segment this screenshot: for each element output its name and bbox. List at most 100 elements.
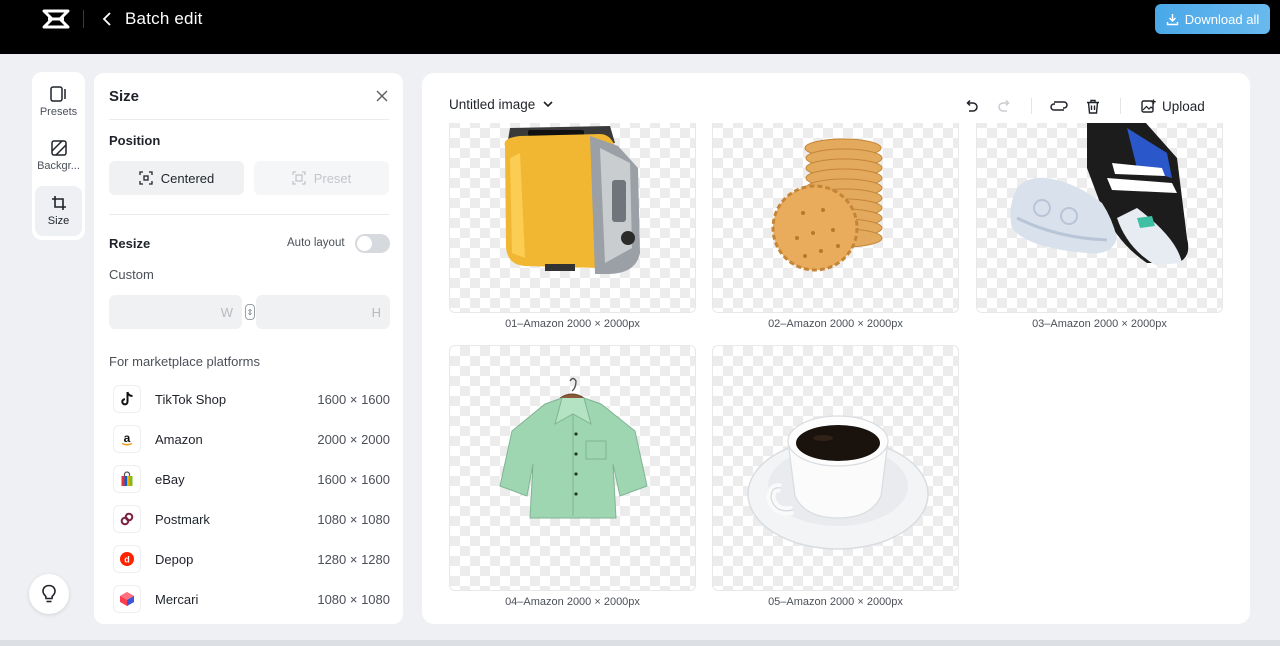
download-icon (1166, 13, 1178, 25)
replace-button[interactable] (1048, 95, 1070, 117)
platform-size: 1600 × 1600 (317, 391, 390, 407)
platform-item-ebay[interactable]: eBay 1600 × 1600 (109, 461, 390, 497)
redo-icon (998, 99, 1010, 112)
image-upload-icon (1141, 99, 1156, 113)
preset-position-icon (292, 171, 306, 185)
preset-label: Preset (313, 170, 352, 186)
size-panel: Size Position Centered Preset Resize Aut… (94, 73, 403, 624)
image-thumbnail[interactable] (976, 123, 1223, 313)
presets-icon (49, 86, 66, 102)
canvas-area: Untitled image Upload 01–Amazon 2000 × 2… (422, 73, 1250, 624)
postmark-icon (113, 505, 141, 533)
image-card[interactable]: 04–Amazon 2000 × 2000px (449, 345, 696, 608)
divider (109, 214, 389, 215)
chevron-down-icon (543, 101, 553, 108)
platform-size: 1280 × 1280 (317, 551, 390, 567)
platform-name: Mercari (155, 591, 199, 607)
toolbar-divider (1120, 98, 1121, 114)
image-thumbnail[interactable] (449, 345, 696, 591)
image-card[interactable]: 01–Amazon 2000 × 2000px (449, 123, 696, 330)
page-scrollbar[interactable] (0, 640, 1280, 646)
image-card[interactable]: 05–Amazon 2000 × 2000px (712, 345, 959, 608)
auto-layout-label: Auto layout (287, 237, 345, 249)
header-divider (83, 10, 84, 28)
image-card[interactable]: 03–Amazon 2000 × 2000px (976, 123, 1223, 330)
position-heading: Position (109, 133, 161, 148)
download-all-button[interactable]: Download all (1155, 4, 1270, 34)
platform-item-amazon[interactable]: a Amazon 2000 × 2000 (109, 421, 390, 457)
platform-item-depop[interactable]: d Depop 1280 × 1280 (109, 541, 390, 577)
rail-item-presets[interactable]: Presets (35, 77, 82, 127)
biscuits-image (771, 138, 883, 272)
platform-name: Depop (155, 551, 194, 567)
resize-heading: Resize (109, 236, 151, 251)
tiktok-icon (113, 385, 141, 413)
redo-button[interactable] (994, 95, 1016, 117)
image-caption: 03–Amazon 2000 × 2000px (1032, 318, 1167, 330)
centered-label: Centered (160, 170, 215, 186)
tool-rail: Presets Backgr... Size (32, 72, 85, 240)
lightbulb-icon (42, 584, 56, 603)
back-button[interactable] (98, 8, 116, 30)
auto-layout-toggle[interactable] (355, 234, 390, 253)
page-title: Batch edit (125, 9, 203, 28)
toggle-knob (357, 236, 372, 251)
shirt-image (499, 377, 648, 519)
amazon-icon: a (113, 425, 141, 453)
platform-size: 2000 × 2000 (317, 431, 390, 447)
sneakers-image (1010, 123, 1189, 265)
svg-text:d: d (124, 555, 130, 565)
platform-size: 1080 × 1080 (317, 511, 390, 527)
tips-button[interactable] (29, 574, 69, 614)
upload-button[interactable]: Upload (1141, 95, 1205, 117)
platform-item-tiktok-shop[interactable]: TikTok Shop 1600 × 1600 (109, 381, 390, 417)
capcut-logo-icon[interactable] (42, 8, 70, 30)
image-thumbnail[interactable] (449, 123, 696, 313)
upload-label: Upload (1162, 98, 1205, 114)
toaster-image (504, 126, 640, 274)
ebay-bag-icon (113, 465, 141, 493)
svg-text:a: a (124, 431, 131, 445)
image-caption: 02–Amazon 2000 × 2000px (768, 318, 903, 330)
image-thumbnail[interactable] (712, 345, 959, 591)
trash-icon (1087, 99, 1099, 114)
delete-button[interactable] (1082, 95, 1104, 117)
background-icon (50, 140, 67, 156)
undo-icon (966, 99, 978, 112)
depop-icon: d (113, 545, 141, 573)
platform-item-mercari[interactable]: Mercari 1080 × 1080 (109, 581, 390, 617)
height-input[interactable]: H (256, 295, 390, 329)
chevron-left-icon (102, 12, 111, 26)
platform-item-postmark[interactable]: Postmark 1080 × 1080 (109, 501, 390, 537)
rail-item-label: Presets (39, 106, 78, 118)
lock-ratio-icon[interactable]: ⇕ (245, 304, 255, 320)
image-caption: 01–Amazon 2000 × 2000px (505, 318, 640, 330)
toolbar-divider (1031, 98, 1032, 114)
top-bar: Batch edit Download all (0, 0, 1280, 54)
platform-name: eBay (155, 471, 185, 487)
swap-icon (1050, 101, 1068, 111)
undo-button[interactable] (960, 95, 982, 117)
platform-name: Postmark (155, 511, 210, 527)
rail-item-label: Backgr... (37, 160, 80, 172)
center-focus-icon (139, 171, 153, 185)
marketplace-heading: For marketplace platforms (109, 354, 260, 369)
centered-button[interactable]: Centered (109, 161, 244, 195)
preset-button[interactable]: Preset (254, 161, 389, 195)
image-caption: 05–Amazon 2000 × 2000px (768, 596, 903, 608)
rail-item-size[interactable]: Size (35, 186, 82, 236)
width-input[interactable]: W (109, 295, 242, 329)
rail-item-label: Size (47, 215, 70, 227)
coffee-cup-image (747, 415, 929, 550)
image-caption: 04–Amazon 2000 × 2000px (505, 596, 640, 608)
image-grid: 01–Amazon 2000 × 2000px 02–Amazon 2000 ×… (422, 123, 1250, 624)
download-all-label: Download all (1184, 11, 1260, 27)
panel-title: Size (109, 88, 140, 105)
platform-size: 1080 × 1080 (317, 591, 390, 607)
close-button[interactable] (373, 87, 391, 105)
crop-icon (51, 196, 66, 210)
rail-item-background[interactable]: Backgr... (35, 131, 82, 181)
document-title-dropdown[interactable]: Untitled image (449, 97, 553, 112)
image-thumbnail[interactable] (712, 123, 959, 313)
image-card[interactable]: 02–Amazon 2000 × 2000px (712, 123, 959, 330)
